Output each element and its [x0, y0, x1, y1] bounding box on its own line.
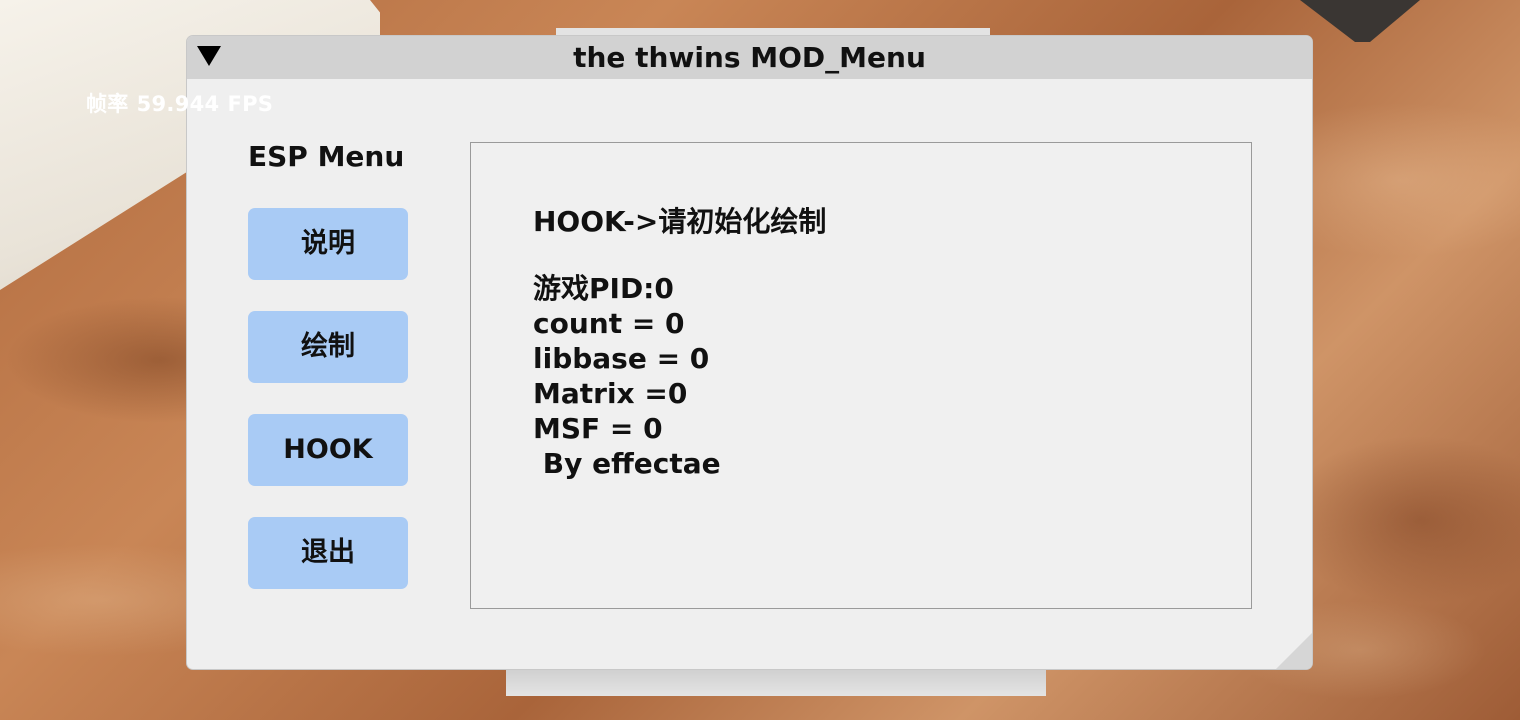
info-line-msf: MSF = 0 — [533, 412, 663, 445]
info-line-count: count = 0 — [533, 307, 685, 340]
mod-menu-window: the thwins MOD_Menu ESP Menu 说明 绘制 HOOK … — [186, 35, 1313, 670]
info-line-pid: 游戏PID:0 — [533, 272, 674, 305]
info-button[interactable]: 说明 — [248, 208, 408, 280]
info-line-matrix: Matrix =0 — [533, 377, 688, 410]
scene-dark-object — [1300, 0, 1420, 42]
scene-pillar-bottom — [506, 668, 1046, 696]
fps-label: 帧率 — [86, 92, 129, 116]
fps-value: 59.944 — [136, 92, 220, 116]
status-text: HOOK->请初始化绘制 — [533, 205, 827, 238]
hook-button[interactable]: HOOK — [248, 414, 408, 486]
resize-grip-icon[interactable] — [1276, 633, 1312, 669]
collapse-triangle-icon[interactable] — [197, 46, 221, 66]
author-line: By effectae — [533, 447, 721, 480]
sidebar-heading: ESP Menu — [248, 140, 405, 173]
draw-button[interactable]: 绘制 — [248, 311, 408, 383]
exit-button[interactable]: 退出 — [248, 517, 408, 589]
fps-unit: FPS — [227, 92, 274, 116]
content-panel: HOOK->请初始化绘制 游戏PID:0 count = 0 libbase =… — [470, 142, 1252, 609]
window-title: the thwins MOD_Menu — [573, 41, 926, 74]
fps-counter: 帧率 59.944 FPS — [86, 88, 273, 118]
info-line-libbase: libbase = 0 — [533, 342, 710, 375]
title-bar[interactable]: the thwins MOD_Menu — [187, 36, 1312, 79]
